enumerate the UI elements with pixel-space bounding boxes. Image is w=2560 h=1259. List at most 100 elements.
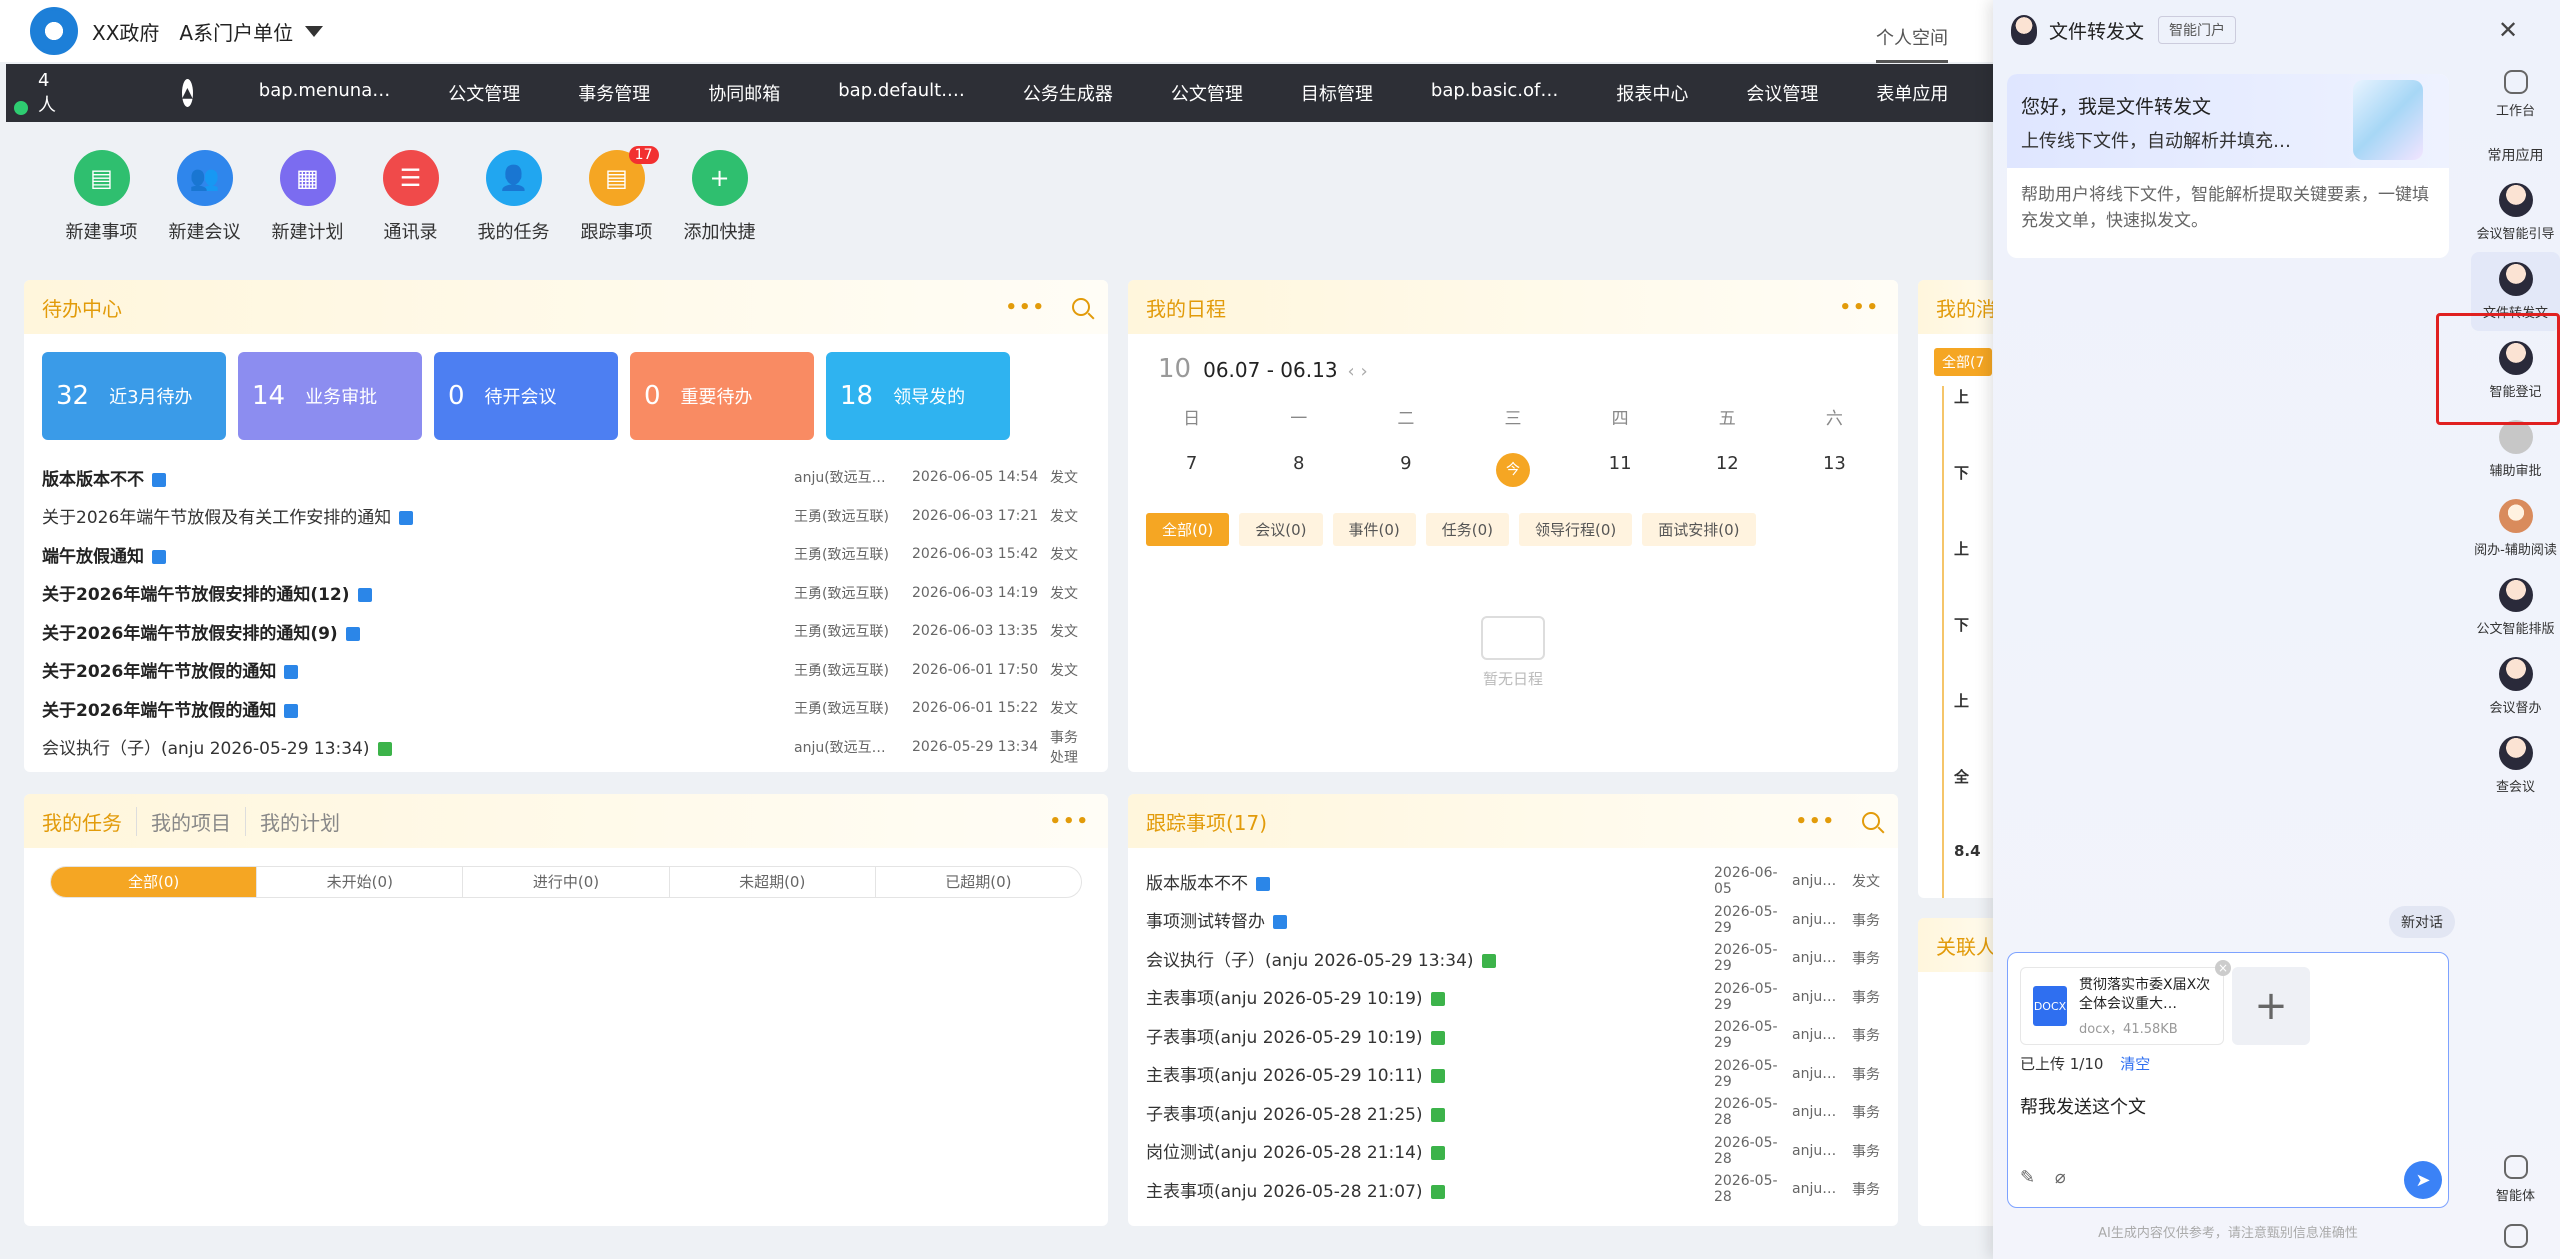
calendar-day[interactable]: 13	[1781, 453, 1888, 487]
add-file-button[interactable]: +	[2232, 967, 2310, 1045]
row-title[interactable]: 版本版本不不	[42, 465, 794, 490]
rail-item-6[interactable]: 阅办-辅助阅读	[2471, 489, 2560, 568]
table-row[interactable]: 关于2026年端午节放假的通知 王勇(致远互联) 2026-06-01 17:50 发…	[42, 651, 1090, 690]
nav-item[interactable]: 事务管理	[578, 80, 650, 106]
table-row[interactable]: 关于2026年端午节放假及有关工作安排的通知 王勇(致远互联) 2026-06-03…	[42, 497, 1090, 536]
filter-chip[interactable]: 全部(7	[1934, 348, 1993, 376]
smart-portal-button[interactable]: 智能门户	[2158, 16, 2237, 44]
attach-icon[interactable]: ⌀	[2055, 1167, 2066, 1188]
task-tab[interactable]: 我的任务	[42, 807, 136, 836]
stat-card[interactable]: 18 领导发的	[826, 352, 1010, 440]
nav-item[interactable]: 会议管理	[1746, 80, 1818, 106]
rail-item-11[interactable]	[2471, 1214, 2560, 1259]
rail-item-0[interactable]: 工作台	[2471, 60, 2560, 129]
status-segment[interactable]: 未超期(0)	[668, 867, 875, 897]
shortcut-1[interactable]: 👥 新建会议	[153, 150, 256, 244]
rail-item-8[interactable]: 会议督办	[2471, 647, 2560, 726]
prev-next-arrows-icon[interactable]: ‹ ›	[1348, 361, 1368, 382]
filter-chip[interactable]: 面试安排(0)	[1642, 513, 1756, 546]
status-segment[interactable]: 进行中(0)	[462, 867, 668, 897]
magic-wand-icon[interactable]: ✎	[2020, 1167, 2035, 1188]
filter-chip[interactable]: 全部(0)	[1146, 513, 1230, 546]
close-icon[interactable]: ✕	[2498, 16, 2518, 44]
filter-chip[interactable]: 任务(0)	[1425, 513, 1509, 546]
filter-chip[interactable]: 事件(0)	[1332, 513, 1416, 546]
table-row[interactable]: 关于2026年端午节放假安排的通知(12) 王勇(致远互联) 2026-06-03 …	[42, 574, 1090, 613]
new-chat-button[interactable]: 新对话	[2389, 906, 2455, 938]
row-title[interactable]: 关于2026年端午节放假的通知	[42, 696, 794, 721]
row-title[interactable]: 会议执行（子）(anju 2026-05-29 13:34)	[42, 734, 794, 759]
calendar-day[interactable]: 9	[1352, 453, 1459, 487]
status-segment[interactable]: 未开始(0)	[256, 867, 462, 897]
task-tab[interactable]: 我的项目	[136, 806, 245, 836]
shortcut-5[interactable]: ▤ 17 跟踪事项	[565, 146, 668, 244]
row-title[interactable]: 版本版本不不	[1146, 869, 1714, 894]
nav-item[interactable]: 报表中心	[1616, 80, 1688, 106]
row-title[interactable]: 关于2026年端午节放假的通知	[42, 657, 794, 682]
table-row[interactable]: 岗位测试(anju 2026-05-28 21:14) 2026-05-28 anj…	[1146, 1132, 1880, 1171]
rail-item-1[interactable]: 常用应用	[2471, 129, 2560, 173]
row-title[interactable]: 主表事项(anju 2026-05-29 10:11)	[1146, 1061, 1714, 1086]
shortcut-0[interactable]: ▤ 新建事项	[50, 150, 153, 244]
filter-chip[interactable]: 领导行程(0)	[1519, 513, 1633, 546]
table-row[interactable]: 子表事项(anju 2026-05-28 21:25) 2026-05-28 anj…	[1146, 1093, 1880, 1132]
nav-toggle-icon[interactable]: ▲	[182, 79, 193, 107]
stat-card[interactable]: 14 业务审批	[238, 352, 422, 440]
search-icon[interactable]	[1862, 812, 1880, 830]
table-row[interactable]: 版本版本不不 2026-06-05 anju… 发文	[1146, 862, 1880, 901]
message-input[interactable]: 帮我发送这个文	[2020, 1093, 2146, 1119]
remove-file-icon[interactable]: ×	[2215, 960, 2231, 976]
stat-card[interactable]: 0 重要待办	[630, 352, 814, 440]
chevron-down-icon[interactable]	[305, 25, 324, 37]
nav-item[interactable]: 公务生成器	[1023, 80, 1113, 106]
table-row[interactable]: 子表事项(anju 2026-05-29 10:19) 2026-05-29 anj…	[1146, 1016, 1880, 1055]
stat-card[interactable]: 0 待开会议	[434, 352, 618, 440]
search-icon[interactable]	[1072, 298, 1090, 316]
rail-item-9[interactable]: 查会议	[2471, 726, 2560, 805]
rail-item-10[interactable]: 智能体	[2471, 1145, 2560, 1214]
nav-item[interactable]: 公文管理	[448, 80, 520, 106]
table-row[interactable]: 会议执行（子）(anju 2026-05-29 13:34) 2026-05-29…	[1146, 939, 1880, 978]
table-row[interactable]: 主表事项(anju 2026-05-28 21:07) 2026-05-28 anj…	[1146, 1170, 1880, 1209]
nav-item[interactable]: 表单应用	[1876, 80, 1948, 106]
table-row[interactable]: 关于2026年端午节放假的通知 王勇(致远互联) 2026-06-01 15:22 发…	[42, 689, 1090, 728]
row-title[interactable]: 岗位测试(anju 2026-05-28 21:14)	[1146, 1138, 1714, 1163]
row-title[interactable]: 关于2026年端午节放假安排的通知(12)	[42, 580, 794, 605]
nav-item[interactable]: bap.menuna…	[259, 80, 390, 106]
more-icon[interactable]: •••	[1005, 297, 1046, 318]
stat-card[interactable]: 32 近3月待办	[42, 352, 226, 440]
table-row[interactable]: 事项测试转督办 2026-05-29 anju… 事务	[1146, 901, 1880, 940]
table-row[interactable]: 关于2026年端午节放假安排的通知(9) 王勇(致远互联) 2026-06-03 1…	[42, 612, 1090, 651]
nav-item[interactable]: 公文管理	[1171, 80, 1243, 106]
row-title[interactable]: 主表事项(anju 2026-05-29 10:19)	[1146, 984, 1714, 1009]
row-title[interactable]: 子表事项(anju 2026-05-28 21:25)	[1146, 1100, 1714, 1125]
row-title[interactable]: 子表事项(anju 2026-05-29 10:19)	[1146, 1023, 1714, 1048]
shortcut-3[interactable]: ☰ 通讯录	[359, 150, 462, 244]
calendar-day[interactable]: 12	[1674, 453, 1781, 487]
table-row[interactable]: 会议执行（子）(anju 2026-05-29 13:34) anju(致远互… 2…	[42, 728, 1090, 767]
status-segment[interactable]: 已超期(0)	[874, 867, 1081, 897]
row-title[interactable]: 主表事项(anju 2026-05-28 21:07)	[1146, 1177, 1714, 1202]
shortcut-4[interactable]: 👤 我的任务	[462, 150, 565, 244]
more-icon[interactable]: •••	[1839, 297, 1880, 318]
nav-item[interactable]: bap.basic.of…	[1431, 80, 1558, 106]
calendar-day[interactable]: 今	[1459, 453, 1566, 487]
row-title[interactable]: 关于2026年端午节放假及有关工作安排的通知	[42, 503, 794, 528]
nav-item[interactable]: bap.default.…	[838, 80, 965, 106]
more-icon[interactable]: •••	[1795, 811, 1836, 832]
row-title[interactable]: 会议执行（子）(anju 2026-05-29 13:34)	[1146, 946, 1714, 971]
calendar-day[interactable]: 7	[1138, 453, 1245, 487]
send-button[interactable]: ➤	[2404, 1161, 2442, 1199]
tab-personal-space[interactable]: 个人空间	[1876, 24, 1948, 63]
row-title[interactable]: 事项测试转督办	[1146, 907, 1714, 932]
table-row[interactable]: 版本版本不不 anju(致远互… 2026-06-05 14:54 发文	[42, 458, 1090, 497]
row-title[interactable]: 关于2026年端午节放假安排的通知(9)	[42, 619, 794, 644]
calendar-day[interactable]: 11	[1567, 453, 1674, 487]
rail-item-2[interactable]: 会议智能引导	[2471, 173, 2560, 252]
unit-selector[interactable]: A系门户单位	[179, 17, 293, 46]
clear-link[interactable]: 清空	[2120, 1055, 2150, 1073]
filter-chip[interactable]: 会议(0)	[1239, 513, 1323, 546]
rail-item-7[interactable]: 公文智能排版	[2471, 568, 2560, 647]
nav-item[interactable]: 协同邮箱	[708, 80, 780, 106]
row-title[interactable]: 端午放假通知	[42, 542, 794, 567]
